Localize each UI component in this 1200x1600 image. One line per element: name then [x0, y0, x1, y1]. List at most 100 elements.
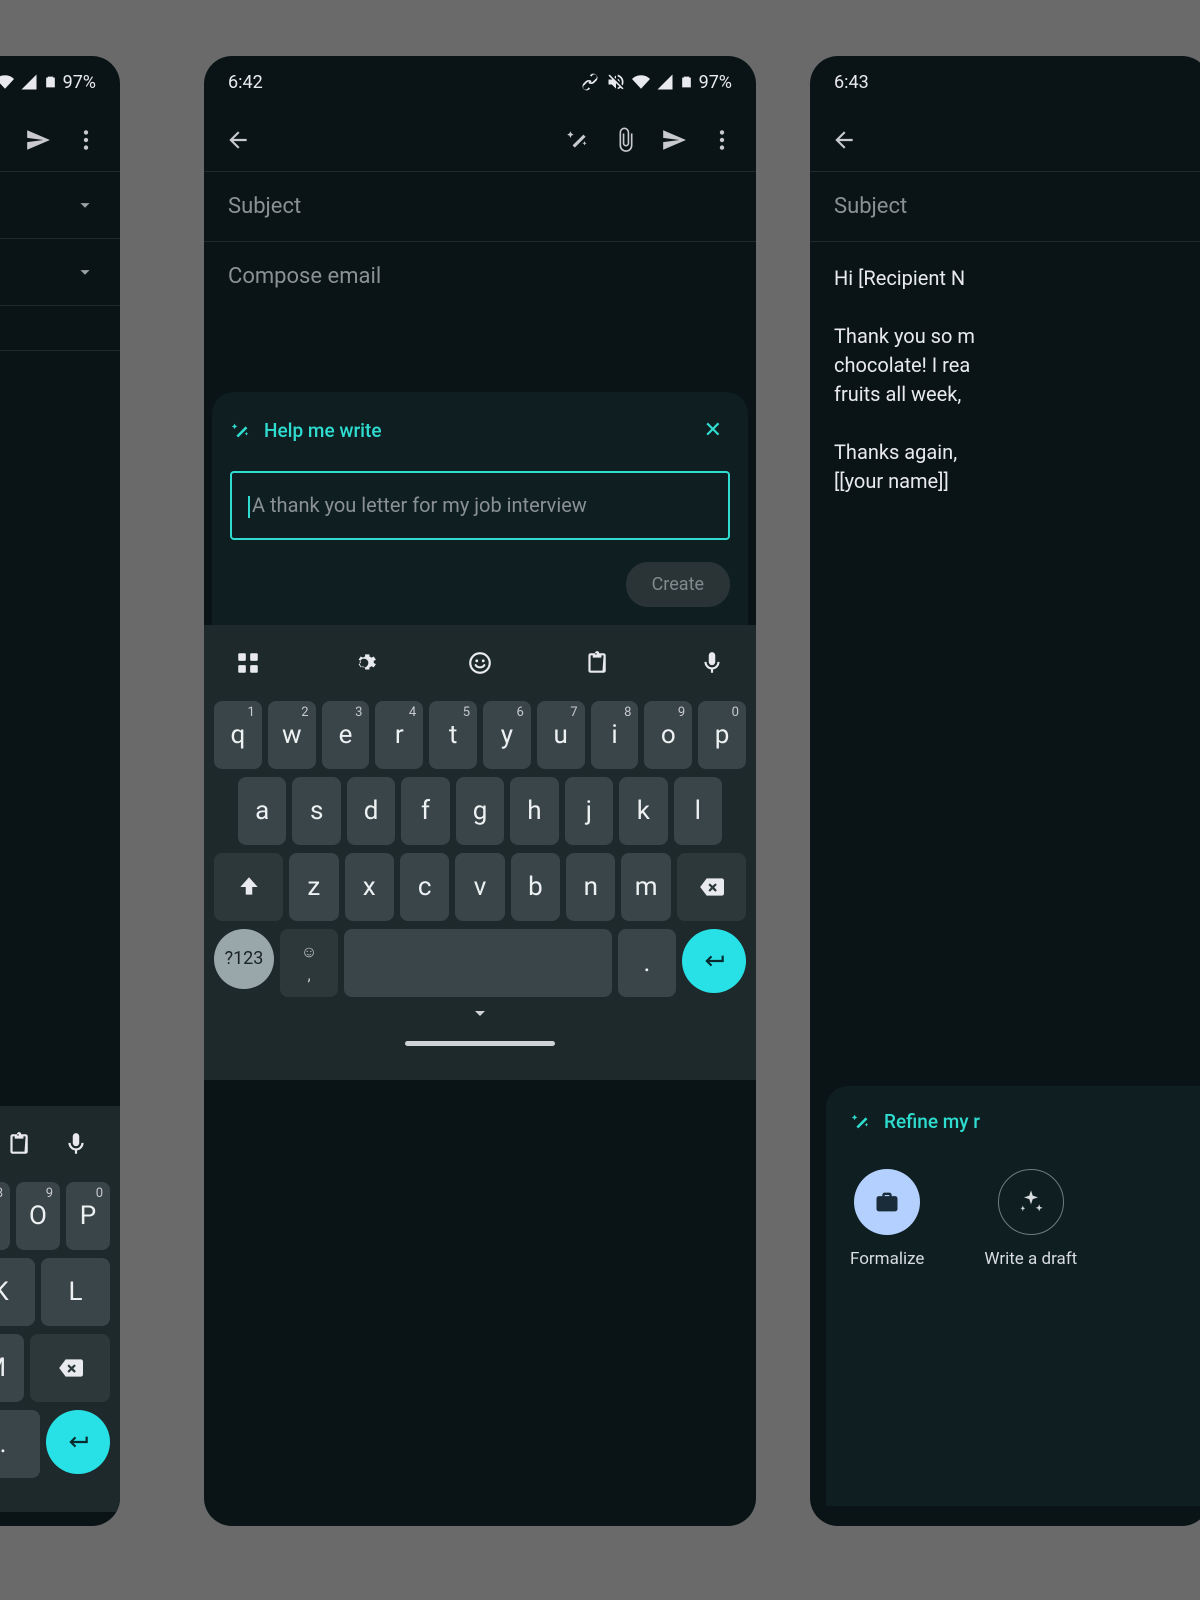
- key-I[interactable]: I8: [0, 1182, 10, 1250]
- key-numbers[interactable]: ?123: [214, 929, 274, 989]
- attach-icon[interactable]: [602, 116, 650, 164]
- apps-icon[interactable]: [228, 643, 268, 683]
- key-a[interactable]: a: [238, 777, 286, 845]
- key-L[interactable]: L: [41, 1258, 110, 1326]
- refine-option-write-a-draft[interactable]: Write a draft: [984, 1169, 1077, 1269]
- battery-text: 97%: [699, 72, 732, 93]
- subject-field[interactable]: Subject: [810, 172, 1200, 242]
- back-icon[interactable]: [820, 116, 868, 164]
- key-f[interactable]: f: [401, 777, 449, 845]
- key-r[interactable]: r4: [375, 701, 423, 769]
- compose-placeholder: Compose email: [228, 264, 381, 289]
- status-time: 6:43: [834, 72, 869, 93]
- chevron-down-icon: [74, 261, 96, 283]
- link-icon: [580, 72, 600, 92]
- from-field[interactable]: [0, 172, 120, 239]
- key-u[interactable]: u7: [537, 701, 585, 769]
- clipboard-icon[interactable]: [576, 643, 616, 683]
- create-button[interactable]: Create: [626, 562, 730, 607]
- key-n[interactable]: n: [566, 853, 615, 921]
- more-icon[interactable]: [62, 116, 110, 164]
- help-prompt-input[interactable]: A thank you letter for my job interview: [230, 471, 730, 540]
- battery-text: 97%: [63, 72, 96, 93]
- magic-wand-icon: [850, 1111, 872, 1133]
- key-space[interactable]: [344, 929, 612, 997]
- compose-body[interactable]: Compose email: [204, 242, 756, 392]
- subject-field[interactable]: Subject: [204, 172, 756, 242]
- key-l[interactable]: l: [674, 777, 722, 845]
- key-c[interactable]: c: [400, 853, 449, 921]
- key-z[interactable]: z: [289, 853, 338, 921]
- refine-label: Formalize: [850, 1249, 924, 1269]
- phone-left-partial: 97% I8O9P0 KL M .: [0, 56, 120, 1526]
- more-icon[interactable]: [698, 116, 746, 164]
- key-shift[interactable]: [214, 853, 283, 921]
- send-icon[interactable]: [14, 116, 62, 164]
- attach-icon[interactable]: [0, 116, 14, 164]
- key-O[interactable]: O9: [16, 1182, 60, 1250]
- magic-wand-icon: [230, 420, 252, 442]
- key-backspace[interactable]: [677, 853, 746, 921]
- battery-icon: [44, 72, 57, 92]
- sparkle-icon: [998, 1169, 1064, 1235]
- key-enter[interactable]: [46, 1410, 110, 1474]
- mic-icon[interactable]: [692, 643, 732, 683]
- refine-option-formalize[interactable]: Formalize: [850, 1169, 924, 1269]
- refine-label: Write a draft: [984, 1249, 1077, 1269]
- key-k[interactable]: k: [619, 777, 667, 845]
- key-b[interactable]: b: [511, 853, 560, 921]
- key-v[interactable]: v: [455, 853, 504, 921]
- key-backspace[interactable]: [30, 1334, 111, 1402]
- status-icons-right: 97%: [580, 72, 732, 93]
- email-body[interactable]: Hi [Recipient NThank you so mchocolate! …: [810, 242, 1200, 518]
- to-field[interactable]: [0, 239, 120, 306]
- compose-toolbar: [810, 108, 1200, 172]
- close-icon[interactable]: ✕: [696, 414, 730, 447]
- phone-center: 6:42 97% Subject Compose email Help me w…: [204, 56, 756, 1526]
- status-bar: 6:43: [810, 56, 1200, 108]
- key-t[interactable]: t5: [429, 701, 477, 769]
- key-enter[interactable]: [682, 929, 746, 993]
- key-m[interactable]: m: [621, 853, 670, 921]
- chevron-down-icon: [74, 194, 96, 216]
- back-icon[interactable]: [214, 116, 262, 164]
- key-K[interactable]: K: [0, 1258, 35, 1326]
- key-w[interactable]: w2: [268, 701, 316, 769]
- key-s[interactable]: s: [292, 777, 340, 845]
- key-g[interactable]: g: [456, 777, 504, 845]
- magic-wand-icon[interactable]: [554, 116, 602, 164]
- phone-right-partial: 6:43 Subject Hi [Recipient NThank you so…: [810, 56, 1200, 1526]
- key-M[interactable]: M: [0, 1334, 24, 1402]
- key-j[interactable]: j: [565, 777, 613, 845]
- compose-toolbar: [204, 108, 756, 172]
- send-icon[interactable]: [650, 116, 698, 164]
- key-y[interactable]: y6: [483, 701, 531, 769]
- key-h[interactable]: h: [510, 777, 558, 845]
- mic-icon[interactable]: [56, 1124, 96, 1164]
- key-period[interactable]: .: [0, 1410, 40, 1478]
- keyboard-collapse-icon[interactable]: [208, 1001, 752, 1031]
- emoji-icon[interactable]: [460, 643, 500, 683]
- key-period[interactable]: .: [618, 929, 676, 997]
- briefcase-icon: [854, 1169, 920, 1235]
- subject-field[interactable]: [0, 306, 120, 351]
- key-e[interactable]: e3: [322, 701, 370, 769]
- key-d[interactable]: d: [347, 777, 395, 845]
- key-p[interactable]: p0: [698, 701, 746, 769]
- gear-icon[interactable]: [344, 643, 384, 683]
- key-i[interactable]: i8: [591, 701, 639, 769]
- refine-panel: Refine my r FormalizeWrite a draft: [826, 1086, 1200, 1506]
- key-o[interactable]: o9: [644, 701, 692, 769]
- key-x[interactable]: x: [345, 853, 394, 921]
- key-q[interactable]: q1: [214, 701, 262, 769]
- subject-placeholder: Subject: [228, 194, 301, 219]
- key-emoji-comma[interactable]: ☺,: [280, 929, 338, 997]
- compose-toolbar: [0, 108, 120, 172]
- mute-icon: [606, 72, 626, 92]
- clipboard-icon[interactable]: [0, 1124, 38, 1164]
- nav-handle[interactable]: [208, 1031, 752, 1050]
- status-bar: 6:42 97%: [204, 56, 756, 108]
- key-P[interactable]: P0: [66, 1182, 110, 1250]
- wifi-icon: [632, 73, 650, 91]
- keyboard: q1w2e3r4t5y6u7i8o9p0 asdfghjkl zxcvbnm ?…: [204, 625, 756, 1080]
